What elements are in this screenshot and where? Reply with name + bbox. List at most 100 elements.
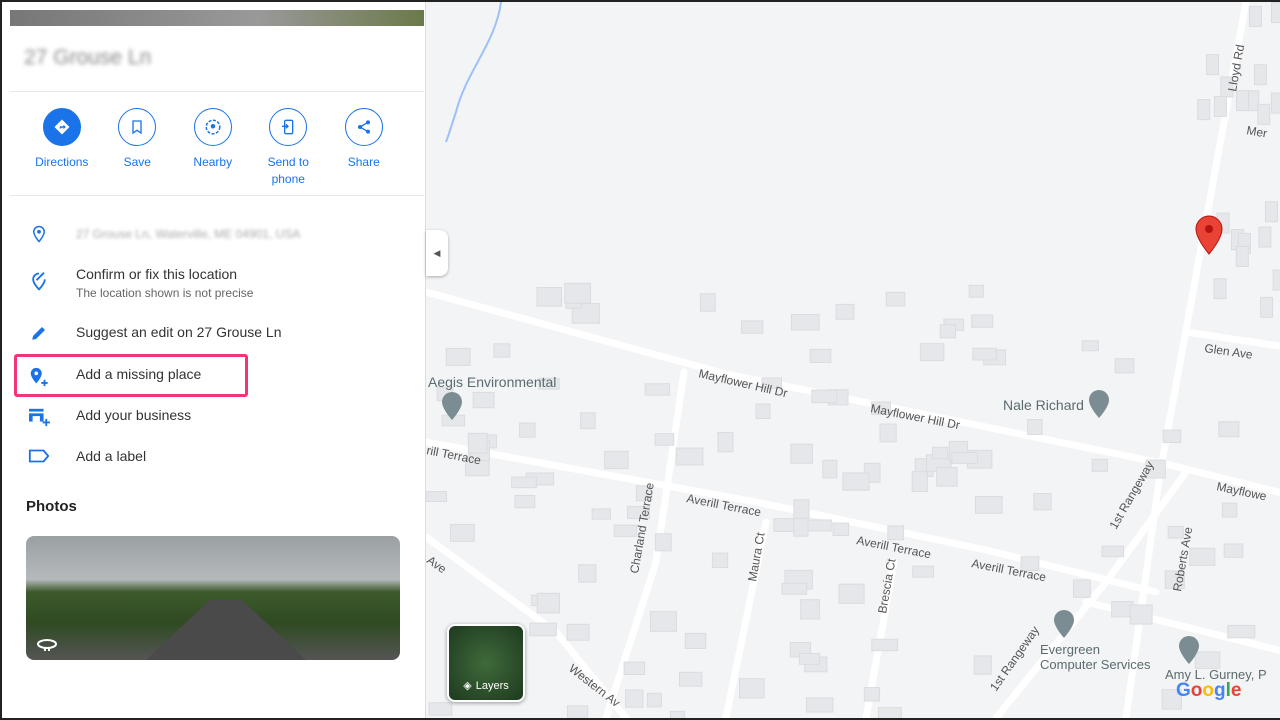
street-view-360-icon <box>37 639 57 651</box>
building <box>1033 493 1052 511</box>
building <box>678 671 703 687</box>
building <box>1257 103 1271 125</box>
building <box>1260 296 1274 318</box>
layers-icon: ◈ <box>463 680 472 692</box>
building <box>1114 358 1135 374</box>
building <box>951 451 979 464</box>
divider <box>10 91 424 92</box>
street-view-photo[interactable] <box>26 536 400 660</box>
place-label: Evergreen <box>1040 642 1100 657</box>
building <box>1218 421 1240 438</box>
building <box>1027 419 1043 436</box>
building <box>1072 579 1091 598</box>
collapse-panel-button[interactable]: ◀ <box>426 230 448 276</box>
building <box>1206 54 1220 76</box>
street-label: 1st Rangeway <box>987 623 1042 693</box>
building <box>654 533 672 552</box>
add-business-row[interactable]: Add your business <box>24 407 191 427</box>
building <box>885 291 906 307</box>
building <box>800 599 820 620</box>
chevron-left-icon: ◀ <box>433 247 441 258</box>
building <box>625 689 644 708</box>
photos-heading: Photos <box>26 498 77 515</box>
building <box>871 638 899 652</box>
map-canvas[interactable]: Mayflower Hill Dr Mayflower Hill Dr Aver… <box>426 2 1280 718</box>
bookmark-icon <box>118 108 157 146</box>
place-label: Nale Richard <box>1003 397 1084 413</box>
share-button[interactable]: Share <box>326 108 402 188</box>
building <box>675 447 704 466</box>
building <box>811 389 838 404</box>
building <box>974 496 1003 514</box>
building <box>1235 245 1249 267</box>
layers-button[interactable]: ◈ Layers <box>447 624 525 702</box>
highlight-box <box>14 354 248 397</box>
building <box>604 450 629 470</box>
building <box>591 508 612 520</box>
place-hero-image[interactable] <box>10 10 424 26</box>
river <box>445 2 502 143</box>
building <box>781 582 808 595</box>
building <box>1264 201 1278 223</box>
confirm-location-row[interactable]: Confirm or fix this location The location… <box>24 266 253 300</box>
building <box>968 284 984 298</box>
building <box>1253 64 1267 86</box>
street-label: Ave <box>426 553 449 576</box>
place-panel: 27 Grouse Ln Directions Save Nearby Send… <box>2 2 426 718</box>
nearby-button[interactable]: Nearby <box>175 108 251 188</box>
building <box>739 678 765 699</box>
building <box>1162 429 1182 444</box>
street-label: Mayflower Hill Dr <box>697 366 789 400</box>
building <box>536 592 560 614</box>
save-button[interactable]: Save <box>100 108 176 188</box>
building <box>1101 545 1125 558</box>
building <box>445 347 471 366</box>
building <box>1221 502 1238 518</box>
suggest-edit-row[interactable]: Suggest an edit on 27 Grouse Ln <box>24 324 281 342</box>
building <box>654 433 675 446</box>
building <box>939 324 957 339</box>
buildings <box>426 2 1280 718</box>
address-row[interactable]: 27 Grouse Ln, Waterville, ME 04901, USA <box>24 224 300 244</box>
building <box>936 467 958 487</box>
building <box>809 348 832 363</box>
building <box>832 522 850 537</box>
building <box>1129 604 1153 625</box>
building <box>793 499 810 520</box>
building <box>1270 2 1280 24</box>
building <box>877 707 902 718</box>
building <box>919 343 945 362</box>
google-logo: Google <box>1176 680 1242 701</box>
building <box>493 343 511 358</box>
street-label: Brescia Ct <box>875 557 899 615</box>
place-marker-icon <box>1054 610 1074 638</box>
send-to-phone-button[interactable]: Send to phone <box>251 108 327 188</box>
building <box>805 697 834 713</box>
building <box>1194 651 1221 669</box>
building <box>931 446 949 460</box>
building <box>711 552 729 569</box>
building <box>912 565 935 578</box>
building <box>580 412 596 430</box>
building <box>646 692 662 708</box>
building <box>1258 226 1272 248</box>
building <box>887 525 905 541</box>
building <box>426 490 448 503</box>
directions-button[interactable]: Directions <box>24 108 100 188</box>
add-business-icon <box>24 407 54 427</box>
building <box>798 652 821 665</box>
building <box>1223 543 1244 558</box>
building <box>1248 5 1262 27</box>
building <box>804 519 832 532</box>
directions-icon <box>42 108 81 146</box>
building <box>519 422 536 438</box>
building <box>669 710 686 718</box>
building <box>1091 458 1108 472</box>
nearby-icon <box>193 108 232 146</box>
building <box>644 383 671 396</box>
building <box>717 432 734 453</box>
building <box>911 471 928 493</box>
building <box>879 423 897 443</box>
building <box>529 622 557 637</box>
add-label-row[interactable]: Add a label <box>24 448 146 464</box>
